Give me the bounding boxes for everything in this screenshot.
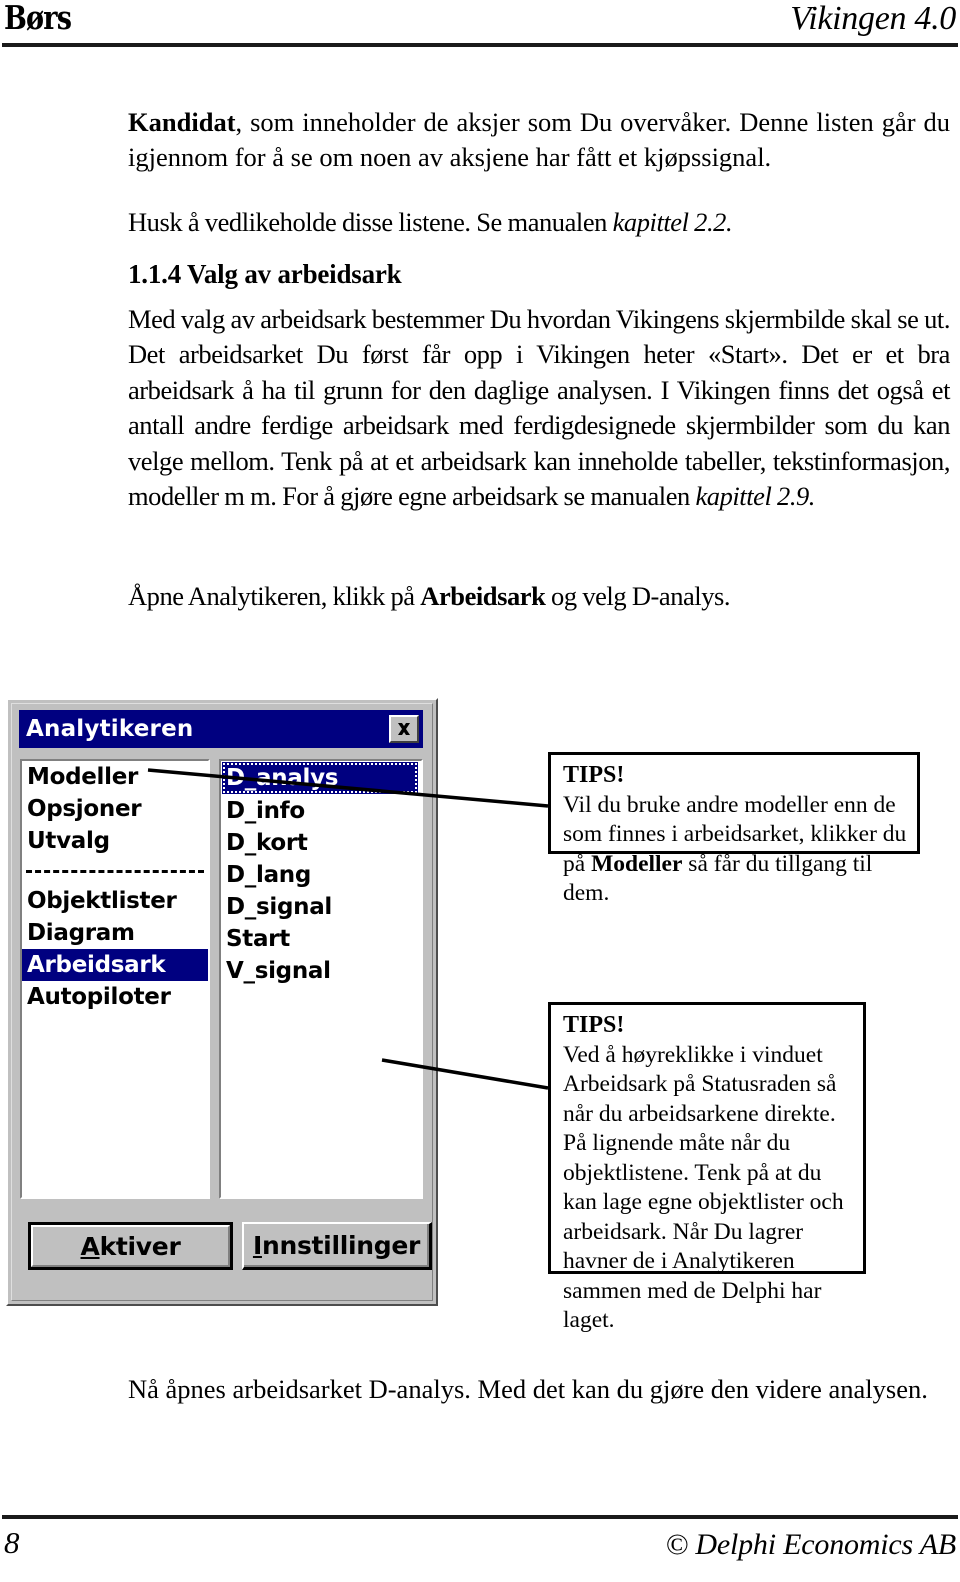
list-item-arbeidsark[interactable]: Arbeidsark xyxy=(22,949,208,981)
kandidat-lead: Kandidat xyxy=(128,106,236,137)
analytikeren-dialog[interactable]: Analytikeren Modeller Opsjoner Utvalg Ob… xyxy=(6,698,438,1306)
kandidat-rest: , som inneholder de aksjer som Du overvå… xyxy=(128,106,950,173)
tips-body-bold: Modeller xyxy=(591,850,683,877)
list-item[interactable]: Autopiloter xyxy=(22,981,208,1013)
close-icon[interactable] xyxy=(389,715,419,743)
dialog-inner-frame: Analytikeren Modeller Opsjoner Utvalg Ob… xyxy=(11,703,433,1301)
list-item[interactable]: V_signal xyxy=(221,955,421,987)
list-item[interactable]: D_lang xyxy=(221,859,421,891)
dialog-title: Analytikeren xyxy=(26,716,194,742)
paragraph-kandidat: Kandidat, som inneholder de aksjer som D… xyxy=(128,105,950,176)
paragraph-husk: Husk å vedlikeholde disse listene. Se ma… xyxy=(128,205,950,241)
paragraph-apne: Åpne Analytikeren, klikk på Arbeidsark o… xyxy=(128,579,950,615)
footer-divider xyxy=(2,1515,958,1519)
husk-text: Husk å vedlikeholde disse listene. Se ma… xyxy=(128,206,613,237)
list-item[interactable]: D_info xyxy=(221,795,421,827)
header-divider xyxy=(2,43,958,47)
paragraph-naa: Nå åpnes arbeidsarket D-analys. Med det … xyxy=(128,1373,928,1404)
section-heading: 1.1.4 Valg av arbeidsark xyxy=(128,259,402,290)
tips-body: Vil du bruke andre modeller enn de som f… xyxy=(563,791,907,909)
tips-callout-2: TIPS! Ved å høyreklikke i vinduet Arbeid… xyxy=(548,1002,866,1333)
copyright-notice: © Delphi Economics AB xyxy=(665,1528,957,1561)
publication-title: Børs xyxy=(4,0,72,37)
settings-label: nnstillinger xyxy=(261,1231,421,1260)
category-listbox[interactable]: Modeller Opsjoner Utvalg Objektlister Di… xyxy=(20,759,210,1199)
list-item[interactable]: Modeller xyxy=(22,761,208,793)
activate-label: ktiver xyxy=(99,1231,181,1261)
husk-ref: kapittel 2.2. xyxy=(612,206,733,237)
list-item[interactable]: Start xyxy=(221,923,421,955)
page-number: 8 xyxy=(4,1525,20,1560)
list-item[interactable]: D_signal xyxy=(221,891,421,923)
apne-text-a: Åpne Analytikeren, klikk på xyxy=(128,580,421,611)
tips-body: Ved å høyreklikke i vinduet Arbeidsark p… xyxy=(563,1041,844,1334)
list-item[interactable]: Opsjoner xyxy=(22,793,208,825)
list-item[interactable]: Objektlister xyxy=(22,885,208,917)
apne-text-b: og velg D-analys. xyxy=(545,580,731,611)
list-item[interactable]: Diagram xyxy=(22,917,208,949)
activate-button[interactable]: Aktiver xyxy=(28,1222,233,1270)
activate-button-face: Aktiver xyxy=(31,1225,230,1267)
product-title: Vikingen 4.0 xyxy=(790,0,956,37)
page-header: Børs Vikingen 4.0 xyxy=(0,0,960,52)
list-separator xyxy=(22,857,208,885)
list-item[interactable]: D_kort xyxy=(221,827,421,859)
dialog-titlebar[interactable]: Analytikeren xyxy=(19,710,423,748)
list-item-d-analys[interactable]: D_analys xyxy=(222,762,418,794)
worksheet-listbox[interactable]: D_analys D_info D_kort D_lang D_signal S… xyxy=(219,759,423,1199)
activate-accel: A xyxy=(80,1231,100,1261)
tips-title: TIPS! xyxy=(563,1012,625,1038)
settings-accel: I xyxy=(252,1231,262,1260)
list-item[interactable]: Utvalg xyxy=(22,825,208,857)
tips-title: TIPS! xyxy=(563,762,625,788)
valg-text: Med valg av arbeidsark bestemmer Du hvor… xyxy=(128,303,950,512)
tips-callout-1: TIPS! Vil du bruke andre modeller enn de… xyxy=(548,752,920,906)
valg-ref: kapittel 2.9. xyxy=(695,481,815,511)
settings-button[interactable]: Innstillinger xyxy=(242,1222,432,1270)
apne-bold: Arbeidsark xyxy=(420,580,546,611)
paragraph-valg: Med valg av arbeidsark bestemmer Du hvor… xyxy=(128,302,950,515)
